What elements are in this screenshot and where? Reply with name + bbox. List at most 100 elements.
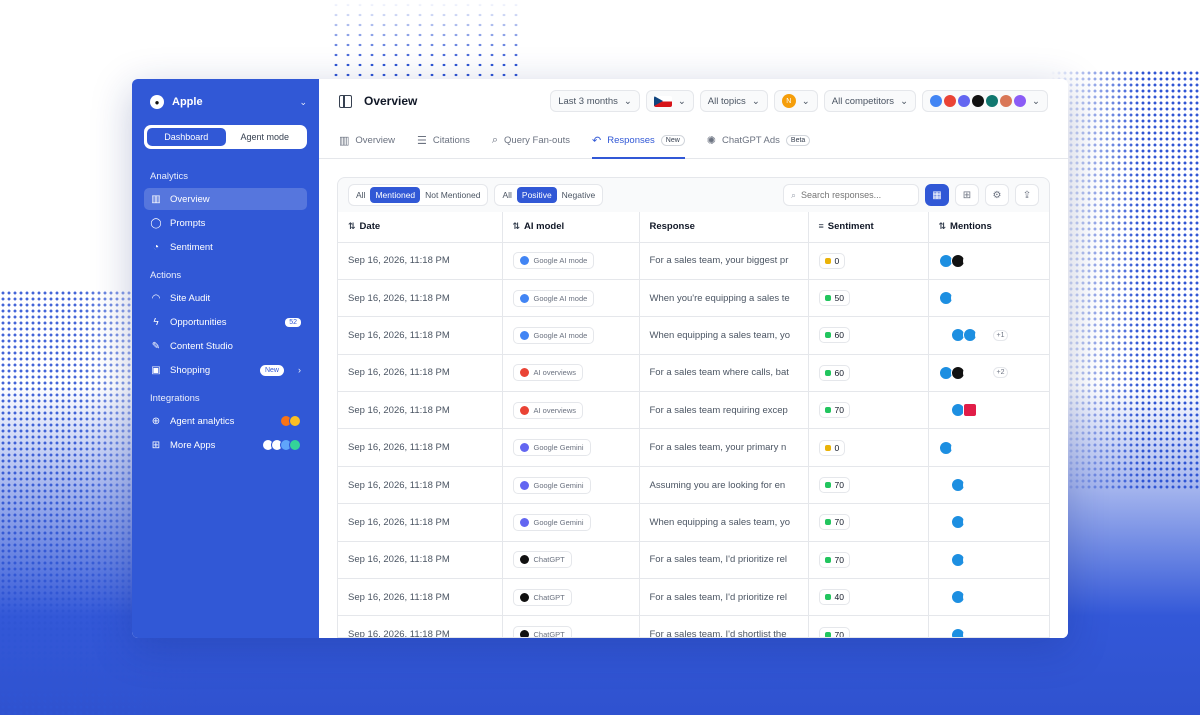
cell-date: Sep 16, 2026, 11:18 PM bbox=[338, 242, 503, 280]
cell-response[interactable]: For a sales team, I'd prioritize rel bbox=[639, 578, 809, 617]
mention-icons: +1 bbox=[938, 328, 1043, 343]
table-view-button[interactable]: ▦ bbox=[925, 184, 949, 206]
sentiment-value: 0 bbox=[834, 442, 840, 453]
cell-sentiment: 70 bbox=[808, 466, 929, 505]
perplexity-icon bbox=[986, 95, 999, 107]
agent-analytics-app-icons bbox=[280, 415, 301, 427]
cell-response[interactable]: For a sales team requiring excep bbox=[639, 391, 809, 430]
cell-response[interactable]: For a sales team, your biggest pr bbox=[639, 242, 809, 280]
column-header-ai-model[interactable]: ⇅ AI model bbox=[502, 212, 640, 243]
cell-response[interactable]: For a sales team, your primary n bbox=[639, 428, 809, 467]
sidebar-item-opportunities[interactable]: ϟ Opportunities 52 bbox=[144, 311, 307, 333]
tab-label: Query Fan-outs bbox=[504, 134, 571, 146]
table-row[interactable]: Sep 16, 2026, 11:18 PM AI overviews For a … bbox=[338, 354, 1049, 393]
table-row[interactable]: Sep 16, 2026, 11:18 PM Google AI mode When… bbox=[338, 316, 1049, 355]
ai-model-chip: AI overviews bbox=[512, 364, 584, 382]
tab-label: ChatGPT Ads bbox=[722, 134, 780, 146]
cell-response[interactable]: For a sales team where calls, bat bbox=[639, 354, 809, 393]
tab-overview[interactable]: ▥ Overview bbox=[339, 122, 395, 158]
ai-model-chip: Google AI mode bbox=[512, 326, 595, 344]
ai-model-label: Google AI mode bbox=[533, 330, 588, 340]
cell-ai-model: Google Gemini bbox=[502, 503, 640, 542]
ai-models-select[interactable]: ⌄ bbox=[922, 90, 1048, 112]
ai-model-label: Google AI mode bbox=[533, 293, 588, 303]
ai-model-icon bbox=[519, 517, 529, 527]
chevron-down-icon: ⌄ bbox=[751, 95, 760, 107]
table-row[interactable]: Sep 16, 2026, 11:18 PM AI overviews For a … bbox=[338, 391, 1049, 430]
cell-sentiment: 70 bbox=[808, 391, 929, 430]
cell-response[interactable]: For a sales team, I'd shortlist the bbox=[639, 615, 809, 637]
tab-chatgpt-ads[interactable]: ✺ ChatGPT Ads Beta bbox=[707, 122, 811, 158]
chevron-right-icon: › bbox=[298, 365, 301, 375]
sidebar-item-sentiment[interactable]: ◔ Sentiment bbox=[144, 236, 307, 258]
period-select[interactable]: Last 3 months ⌄ bbox=[550, 90, 640, 112]
column-header-response[interactable]: Response bbox=[639, 212, 809, 243]
sentiment-filter-positive[interactable]: Positive bbox=[516, 187, 557, 203]
sidebar-item-overview[interactable]: ▥ Overview bbox=[144, 188, 307, 210]
export-button[interactable]: ⇪ bbox=[1015, 184, 1039, 206]
column-header-sentiment[interactable]: ≡ Sentiment bbox=[808, 212, 929, 243]
column-header-mentions[interactable]: ⇅ Mentions bbox=[928, 212, 1049, 243]
table-row[interactable]: Sep 16, 2026, 11:18 PM Google Gemini When … bbox=[338, 503, 1049, 542]
cell-ai-model: AI overviews bbox=[502, 354, 640, 393]
table-row[interactable]: Sep 16, 2026, 11:18 PM Google Gemini For a… bbox=[338, 428, 1049, 467]
mention-filter-mentioned[interactable]: Mentioned bbox=[370, 187, 421, 203]
tab-citations[interactable]: ☰ Citations bbox=[417, 122, 470, 158]
tab-query-fan-outs[interactable]: ⌕ Query Fan-outs bbox=[492, 122, 570, 158]
sentiment-chip: 60 bbox=[818, 327, 850, 344]
mode-dashboard[interactable]: Dashboard bbox=[147, 128, 226, 146]
persona-badge: N bbox=[781, 94, 796, 108]
chevron-down-icon: ⌄ bbox=[299, 96, 307, 107]
table-row[interactable]: Sep 16, 2026, 11:18 PM ChatGPT For a sales… bbox=[338, 615, 1049, 637]
sidebar-item-shopping[interactable]: ▣ Shopping New › bbox=[144, 359, 307, 381]
cell-response[interactable]: When equipping a sales team, yo bbox=[639, 316, 809, 355]
sentiment-chip: 70 bbox=[818, 402, 850, 419]
sidebar-item-content-studio[interactable]: ✎ Content Studio bbox=[144, 335, 307, 357]
settings-button[interactable]: ⚙ bbox=[985, 184, 1009, 206]
sidebar-item-label: Shopping bbox=[170, 364, 211, 376]
chat-bubble-icon: ◯ bbox=[150, 217, 162, 229]
sentiment-filter-all[interactable]: All bbox=[497, 187, 516, 203]
persona-select[interactable]: N ⌄ bbox=[773, 90, 818, 112]
sentiment-chip: 70 bbox=[818, 477, 850, 494]
ai-model-chip: Google AI mode bbox=[512, 289, 595, 307]
column-header-date[interactable]: ⇅ Date bbox=[338, 212, 503, 243]
country-select[interactable]: ⌄ bbox=[645, 90, 694, 112]
grid-view-button[interactable]: ⊞ bbox=[955, 184, 979, 206]
table-row[interactable]: Sep 16, 2026, 11:18 PM Google AI mode For … bbox=[338, 242, 1049, 280]
ai-model-label: ChatGPT bbox=[533, 592, 565, 602]
topics-select[interactable]: All topics ⌄ bbox=[699, 90, 768, 112]
table-row[interactable]: Sep 16, 2026, 11:18 PM Google AI mode When… bbox=[338, 279, 1049, 318]
sidebar-toggle-icon[interactable] bbox=[339, 94, 352, 108]
table-row[interactable]: Sep 16, 2026, 11:18 PM ChatGPT For a sales… bbox=[338, 541, 1049, 580]
sentiment-filter-negative[interactable]: Negative bbox=[557, 187, 601, 203]
competitors-select[interactable]: All competitors ⌄ bbox=[823, 90, 917, 112]
brand-switcher[interactable]: ● Apple ⌄ bbox=[144, 93, 307, 111]
cell-response[interactable]: Assuming you are looking for en bbox=[639, 466, 809, 505]
cell-response[interactable]: For a sales team, I'd prioritize rel bbox=[639, 541, 809, 580]
table-row[interactable]: Sep 16, 2026, 11:18 PM ChatGPT For a sales… bbox=[338, 578, 1049, 617]
sidebar-item-site-audit[interactable]: ◠ Site Audit bbox=[144, 287, 307, 309]
page-title: Overview bbox=[364, 94, 418, 108]
mode-agent[interactable]: Agent mode bbox=[226, 128, 305, 146]
ai-model-icon bbox=[519, 555, 529, 565]
mention-icons bbox=[938, 253, 1043, 268]
ai-model-chip: Google AI mode bbox=[512, 252, 595, 270]
tab-responses[interactable]: ↶ Responses New bbox=[592, 122, 685, 159]
sidebar-item-more-apps[interactable]: ⊞ More Apps bbox=[144, 434, 307, 456]
search-input[interactable] bbox=[801, 190, 911, 200]
mention-filter-all[interactable]: All bbox=[351, 187, 370, 203]
sidebar-item-agent-analytics[interactable]: ⊕ Agent analytics bbox=[144, 410, 307, 432]
cell-sentiment: 40 bbox=[808, 578, 929, 617]
sidebar-item-prompts[interactable]: ◯ Prompts bbox=[144, 212, 307, 234]
cell-sentiment: 70 bbox=[808, 615, 929, 637]
sidebar-item-label: Agent analytics bbox=[170, 415, 235, 427]
sentiment-dot bbox=[824, 369, 831, 376]
cell-response[interactable]: When equipping a sales team, yo bbox=[639, 503, 809, 542]
mention-icons bbox=[938, 440, 1043, 455]
mention-filter-not-mentioned[interactable]: Not Mentioned bbox=[420, 187, 485, 203]
sentiment-chip: 0 bbox=[818, 252, 846, 269]
table-row[interactable]: Sep 16, 2026, 11:18 PM Google Gemini Assum… bbox=[338, 466, 1049, 505]
tab-bar: ▥ Overview ☰ Citations ⌕ Query Fan-outs … bbox=[319, 123, 1068, 159]
cell-response[interactable]: When you're equipping a sales te bbox=[639, 279, 809, 318]
